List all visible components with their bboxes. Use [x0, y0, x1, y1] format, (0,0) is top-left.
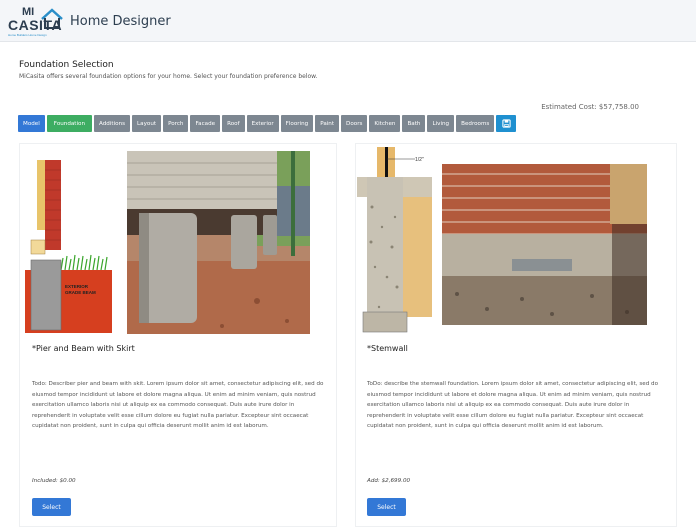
tab-living[interactable]: Living — [427, 115, 455, 132]
house-icon — [41, 8, 63, 29]
save-icon — [502, 119, 511, 128]
tab-flooring[interactable]: Flooring — [280, 115, 314, 132]
micasita-logo[interactable]: MI CASITA Home Builders Home Design — [6, 6, 64, 38]
foundation-option-pier-and-beam: EXTERIOR GRADE BEAM *Pier and Beam with … — [19, 143, 337, 527]
tab-doors[interactable]: Doors — [341, 115, 368, 132]
foundation-option-stemwall: 1/2" *Stemwall ToDo: describe the stemwa… — [355, 143, 677, 527]
pier-beam-photo — [127, 151, 310, 334]
tab-model[interactable]: Model — [18, 115, 45, 132]
tab-porch[interactable]: Porch — [163, 115, 189, 132]
option-price: Included: $0.00 — [32, 478, 76, 484]
app-title: Home Designer — [70, 14, 171, 29]
tab-paint[interactable]: Paint — [315, 115, 340, 132]
page-title: Foundation Selection — [19, 60, 114, 70]
option-description: ToDo: describe the stemwall foundation. … — [367, 381, 659, 429]
app-header: MI CASITA Home Builders Home Design Home… — [0, 0, 696, 42]
page-description: MiCasita offers several foundation optio… — [19, 73, 318, 80]
tab-exterior[interactable]: Exterior — [246, 115, 279, 132]
tab-additions[interactable]: Additions — [94, 115, 131, 132]
save-tab[interactable] — [496, 115, 517, 132]
diagram-label: 1/2" — [415, 157, 424, 163]
svg-text:GRADE BEAM: GRADE BEAM — [65, 290, 96, 295]
option-description: Todo: Describer pier and beam with skit.… — [32, 381, 324, 429]
option-price: Add: $2,699.00 — [367, 478, 411, 484]
logo-tagline: Home Builders Home Design — [8, 33, 47, 37]
tab-bedrooms[interactable]: Bedrooms — [456, 115, 495, 132]
option-title: *Stemwall — [367, 344, 408, 353]
stemwall-photo — [442, 164, 647, 325]
tab-foundation[interactable]: Foundation — [46, 115, 93, 132]
tab-bath[interactable]: Bath — [402, 115, 426, 132]
option-title: *Pier and Beam with Skirt — [32, 344, 135, 353]
stemwall-diagram-image: 1/2" — [357, 147, 432, 336]
tab-layout[interactable]: Layout — [132, 115, 162, 132]
select-pier-and-beam-button[interactable]: Select — [32, 498, 71, 516]
tab-kitchen[interactable]: Kitchen — [369, 115, 401, 132]
pier-beam-diagram-image: EXTERIOR GRADE BEAM — [25, 160, 112, 333]
tab-roof[interactable]: Roof — [222, 115, 245, 132]
select-stemwall-button[interactable]: Select — [367, 498, 406, 516]
diagram-label: EXTERIOR — [65, 284, 89, 289]
estimated-cost: Estimated Cost: $57,758.00 — [541, 103, 639, 111]
design-steps-tabs: Model Foundation Additions Layout Porch … — [18, 115, 517, 132]
tab-facade[interactable]: Facade — [190, 115, 221, 132]
